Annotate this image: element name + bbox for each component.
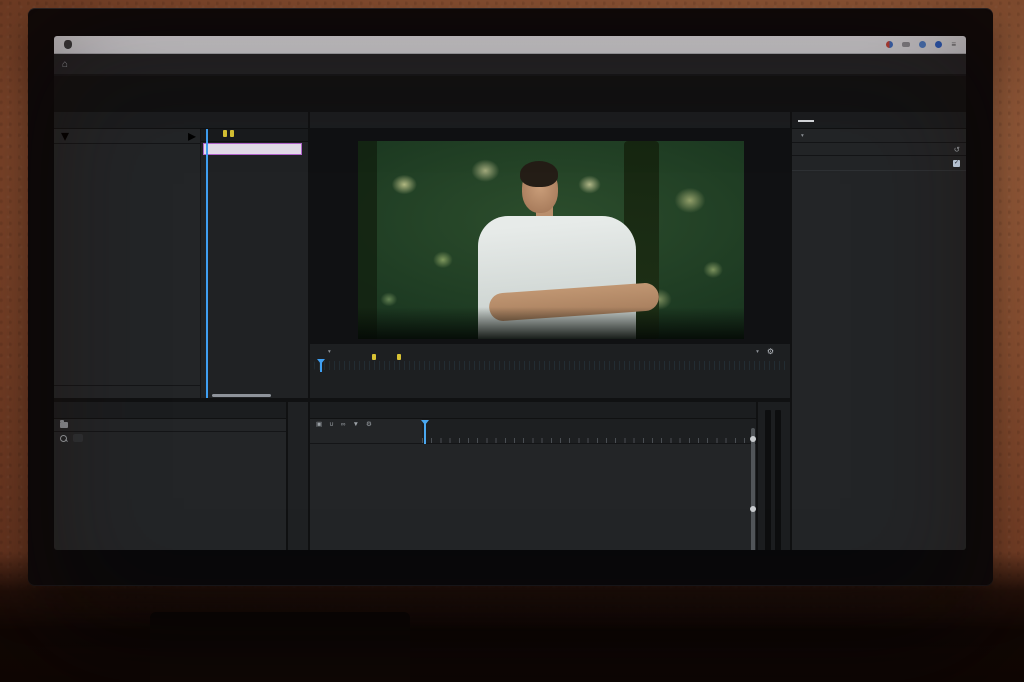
settings-wrench-icon[interactable]: ⚙ xyxy=(767,347,774,356)
sequence-marker-icon[interactable] xyxy=(372,354,376,360)
project-breadcrumb[interactable] xyxy=(54,419,286,432)
scrubber-playhead[interactable] xyxy=(317,359,325,372)
lumetri-color-panel: ▾ ↺ ✓ xyxy=(792,112,966,550)
menu-extra-icon[interactable] xyxy=(886,41,894,48)
project-file-icon xyxy=(60,420,68,428)
menu-list-icon[interactable]: ≡ xyxy=(951,40,956,49)
monitor-bezel: ≡ ⌂ ▾ ▸ ▾ ▾ ⚙ ▾ ↺ ✓ ▣ ∪ ∞ ▼ ⚙ xyxy=(28,8,993,586)
apple-logo-icon[interactable] xyxy=(64,40,72,49)
audio-meter-right xyxy=(775,410,781,550)
person-hair xyxy=(520,160,559,187)
effect-controls-header: ▾ ▸ xyxy=(54,126,200,146)
audio-meter-left xyxy=(765,410,771,550)
zoom-level-dropdown[interactable]: ▾ xyxy=(328,348,331,355)
chevron-right-icon[interactable]: ▸ xyxy=(188,126,196,146)
project-panel: ▤ ▦ ▣ ▨ xyxy=(54,402,286,550)
sequence-marker-icon[interactable] xyxy=(230,130,234,137)
screen: ≡ ⌂ ▾ ▸ ▾ ▾ ⚙ ▾ ↺ ✓ ▣ ∪ ∞ ▼ ⚙ xyxy=(54,36,966,550)
photo-scene: ≡ ⌂ ▾ ▸ ▾ ▾ ⚙ ▾ ↺ ✓ ▣ ∪ ∞ ▼ ⚙ xyxy=(0,0,1024,682)
program-scrubber[interactable] xyxy=(314,354,786,372)
mini-timeline-scrollbar[interactable] xyxy=(211,394,271,397)
sequence-marker-icon[interactable] xyxy=(223,130,227,137)
effect-controls-mini-timeline[interactable] xyxy=(201,129,308,398)
program-info-bar: ▾ ▾ ⚙ xyxy=(310,344,790,359)
lumetri-clip-selector: ▾ xyxy=(792,129,966,143)
audio-meters-panel xyxy=(758,402,790,550)
menu-bar-extras: ≡ xyxy=(886,40,956,49)
search-icon[interactable] xyxy=(60,434,67,442)
timeline-panel: ▣ ∪ ∞ ▼ ⚙ xyxy=(310,402,756,550)
program-tab[interactable] xyxy=(310,112,790,129)
sequence-marker-icon[interactable] xyxy=(397,354,401,360)
timeline-settings-icon[interactable]: ⚙ xyxy=(366,421,372,429)
menu-extra-icon[interactable] xyxy=(919,41,927,48)
tab-lumetri-color[interactable] xyxy=(798,119,814,122)
app-main: ▾ ▸ ▾ ▾ ⚙ ▾ ↺ ✓ ▣ ∪ ∞ ▼ ⚙ xyxy=(54,76,966,550)
insert-overwrite-icon[interactable]: ▣ xyxy=(316,421,322,429)
linked-selection-icon[interactable]: ∞ xyxy=(341,421,346,429)
menu-extra-icon[interactable] xyxy=(902,42,911,47)
lumetri-fx-row: ↺ xyxy=(792,143,966,156)
timeline-vertical-scrollbar[interactable] xyxy=(750,428,756,550)
video-frame xyxy=(358,141,744,339)
program-monitor-panel: ▾ ▾ ⚙ xyxy=(310,112,790,398)
effect-controls-footer xyxy=(54,385,200,398)
mini-timeline-ruler[interactable] xyxy=(201,129,308,142)
adjustment-layer-clip[interactable] xyxy=(203,143,302,155)
home-icon[interactable]: ⌂ xyxy=(62,59,68,70)
chevron-down-icon[interactable]: ▾ xyxy=(61,126,69,146)
macos-menu-bar: ≡ xyxy=(54,36,966,54)
tools-panel xyxy=(288,402,308,550)
workspace-bar: ⌂ xyxy=(54,54,966,76)
transport-controls xyxy=(310,374,790,394)
project-filter-row xyxy=(54,432,286,444)
desk-object-silhouette xyxy=(150,612,410,682)
playback-resolution-dropdown[interactable]: ▾ xyxy=(756,348,759,355)
foreground-shadow xyxy=(358,307,744,339)
effect-controls-panel: ▾ ▸ xyxy=(54,112,308,398)
chevron-down-icon[interactable]: ▾ xyxy=(801,133,804,139)
timeline-ruler[interactable] xyxy=(422,419,756,443)
menu-extra-icon[interactable] xyxy=(935,41,943,48)
add-marker-icon[interactable]: ▼ xyxy=(353,421,359,429)
section-basic-correction[interactable]: ✓ xyxy=(792,156,966,171)
section-enabled-checkbox[interactable]: ✓ xyxy=(953,159,960,167)
program-viewer xyxy=(310,128,790,344)
timeline-top-bar: ▣ ∪ ∞ ▼ ⚙ xyxy=(310,419,756,444)
timeline-toolbar: ▣ ∪ ∞ ▼ ⚙ xyxy=(316,421,422,429)
snap-magnet-icon[interactable]: ∪ xyxy=(329,421,334,429)
timeline-playhead[interactable] xyxy=(421,420,428,444)
filter-in-dropdown[interactable] xyxy=(73,434,83,442)
reset-effect-icon[interactable]: ↺ xyxy=(954,145,960,154)
mini-timeline-playhead[interactable] xyxy=(206,129,208,398)
